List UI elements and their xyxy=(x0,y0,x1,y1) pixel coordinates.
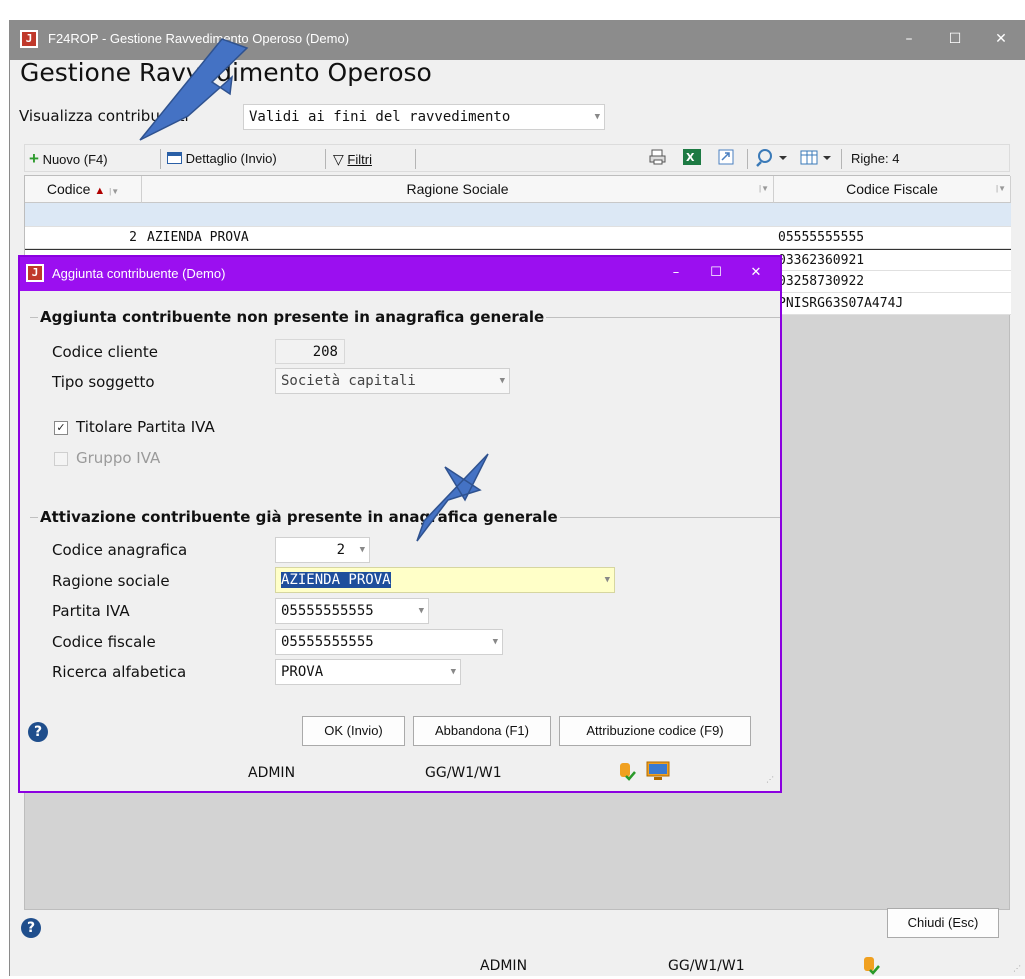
partita-iva-label: Partita IVA xyxy=(52,602,130,620)
partita-iva-value: 05555555555 xyxy=(281,603,374,619)
gruppo-iva-label: Gruppo IVA xyxy=(76,449,161,467)
titolare-iva-checkbox[interactable]: ✓ xyxy=(54,421,68,435)
ok-button[interactable]: OK (Invio) xyxy=(302,716,405,746)
detail-button[interactable]: Dettaglio (Invio) xyxy=(167,148,277,170)
codice-anagrafica-combo[interactable]: 2 ▼ xyxy=(275,537,370,563)
section-title: Aggiunta contribuente non presente in an… xyxy=(38,308,547,326)
ricerca-alfabetica-combo[interactable]: PROVA ▼ xyxy=(275,659,461,685)
chevron-down-icon: ▼ xyxy=(499,376,505,386)
resize-grip-icon[interactable]: ⋰ xyxy=(1013,964,1023,974)
detail-icon xyxy=(167,152,182,164)
rows-count: Righe: 4 xyxy=(851,151,900,166)
search-icon[interactable] xyxy=(755,148,795,170)
dialog-title: Aggiunta contribuente (Demo) xyxy=(52,266,226,281)
columns-icon[interactable] xyxy=(799,148,839,170)
new-button[interactable]: + Nuovo (F4) xyxy=(29,148,108,170)
partita-iva-combo[interactable]: 05555555555 ▼ xyxy=(275,598,429,624)
codice-fiscale-label: Codice fiscale xyxy=(52,633,156,651)
toolbar-separator xyxy=(415,149,416,169)
resize-grip-icon[interactable]: ⋰ xyxy=(766,775,776,785)
print-icon[interactable] xyxy=(649,148,667,170)
table-row[interactable]: 2 AZIENDA PROVA 05555555555 xyxy=(25,227,1011,249)
monitor-icon xyxy=(646,761,670,785)
ragione-sociale-label: Ragione sociale xyxy=(52,572,170,590)
dialog-titlebar[interactable]: J Aggiunta contribuente (Demo) – ☐ ✕ xyxy=(20,257,780,291)
aggiunta-contribuente-dialog: J Aggiunta contribuente (Demo) – ☐ ✕ Agg… xyxy=(18,255,782,793)
dialog-minimize-button[interactable]: – xyxy=(656,257,696,291)
tipo-soggetto-value: Società capitali xyxy=(281,373,416,389)
status-path: GG/W1/W1 xyxy=(668,958,745,974)
close-button[interactable]: Chiudi (Esc) xyxy=(887,908,999,938)
dialog-maximize-button[interactable]: ☐ xyxy=(696,257,736,291)
ricerca-alfabetica-value: PROVA xyxy=(281,664,324,680)
detail-button-label: Dettaglio (Invio) xyxy=(185,151,277,166)
help-icon[interactable]: ? xyxy=(21,918,41,938)
visualizza-label: Visualizza contribuenti xyxy=(19,107,189,125)
chevron-down-icon: ▼ xyxy=(604,575,610,585)
abbandona-button[interactable]: Abbandona (F1) xyxy=(413,716,551,746)
main-window-title: F24ROP - Gestione Ravvedimento Operoso (… xyxy=(48,31,350,46)
codice-anagrafica-label: Codice anagrafica xyxy=(52,541,188,559)
grid-filter-row[interactable] xyxy=(25,203,1011,227)
chevron-down-icon: ▼ xyxy=(450,667,456,677)
column-filter-icon[interactable]: |▼ xyxy=(759,176,769,202)
minimize-button[interactable]: – xyxy=(886,20,932,60)
toolbar-separator xyxy=(325,149,326,169)
plus-icon: + xyxy=(29,149,39,168)
dialog-status-user: ADMIN xyxy=(248,765,296,781)
chevron-down-icon: ▼ xyxy=(359,545,365,555)
ragione-sociale-value: AZIENDA PROVA xyxy=(281,572,391,588)
database-check-icon xyxy=(862,955,880,979)
column-filter-icon[interactable]: |▼ xyxy=(996,176,1006,202)
svg-text:X: X xyxy=(686,151,695,164)
main-titlebar[interactable]: J F24ROP - Gestione Ravvedimento Operoso… xyxy=(10,20,1025,60)
codice-fiscale-combo[interactable]: 05555555555 ▼ xyxy=(275,629,503,655)
codice-fiscale-value: 05555555555 xyxy=(281,634,374,650)
chevron-down-icon: ▼ xyxy=(492,637,498,647)
chevron-down-icon: ▼ xyxy=(418,606,424,616)
codice-cliente-label: Codice cliente xyxy=(52,343,159,361)
section-title: Attivazione contribuente già presente in… xyxy=(38,508,560,526)
ricerca-alfabetica-label: Ricerca alfabetica xyxy=(52,663,187,681)
ragione-sociale-combo[interactable]: AZIENDA PROVA ▼ xyxy=(275,567,615,593)
section-existing-contribuente: Attivazione contribuente già presente in… xyxy=(30,508,780,526)
excel-icon[interactable]: X xyxy=(682,148,702,170)
column-header-codice-fiscale[interactable]: Codice Fiscale |▼ xyxy=(774,176,1011,203)
database-check-icon xyxy=(618,761,636,785)
page-title: Gestione Ravvedimento Operoso xyxy=(20,58,432,87)
visualizza-combo[interactable]: Validi ai fini del ravvedimento ▼ xyxy=(243,104,605,130)
column-header-ragione-sociale[interactable]: Ragione Sociale |▼ xyxy=(142,176,774,203)
funnel-icon: ▽ xyxy=(333,151,344,167)
chevron-down-icon: ▼ xyxy=(594,112,600,122)
gruppo-iva-checkbox[interactable] xyxy=(54,452,68,466)
app-icon: J xyxy=(26,264,44,282)
maximize-button[interactable]: ☐ xyxy=(932,20,978,60)
close-window-button[interactable]: ✕ xyxy=(978,20,1024,60)
filters-button-label: Filtri xyxy=(347,152,372,167)
export-icon[interactable] xyxy=(717,148,735,170)
dialog-help-icon[interactable]: ? xyxy=(28,722,48,742)
toolbar: + Nuovo (F4) Dettaglio (Invio) ▽ Filtri … xyxy=(24,144,1010,172)
column-filter-icon[interactable]: |▼ xyxy=(109,187,119,196)
toolbar-separator xyxy=(160,149,161,169)
column-header-codice[interactable]: Codice ▲ |▼ xyxy=(25,176,142,203)
app-icon: J xyxy=(20,30,38,48)
titolare-iva-label: Titolare Partita IVA xyxy=(76,418,215,436)
tipo-soggetto-combo[interactable]: Società capitali ▼ xyxy=(275,368,510,394)
filters-button[interactable]: ▽ Filtri xyxy=(333,148,372,170)
visualizza-value: Validi ai fini del ravvedimento xyxy=(249,109,511,125)
dialog-status-path: GG/W1/W1 xyxy=(425,765,502,781)
section-new-contribuente: Aggiunta contribuente non presente in an… xyxy=(30,308,780,326)
sort-up-icon: ▲ xyxy=(94,185,106,197)
tipo-soggetto-label: Tipo soggetto xyxy=(52,373,155,391)
codice-cliente-field[interactable]: 208 xyxy=(275,339,345,364)
attribuzione-codice-button[interactable]: Attribuzione codice (F9) xyxy=(559,716,751,746)
toolbar-separator xyxy=(841,149,842,169)
status-user: ADMIN xyxy=(480,958,528,974)
new-button-label: Nuovo (F4) xyxy=(42,152,108,167)
dialog-close-button[interactable]: ✕ xyxy=(736,257,776,291)
toolbar-separator xyxy=(747,149,748,169)
codice-anagrafica-value: 2 xyxy=(336,542,345,558)
